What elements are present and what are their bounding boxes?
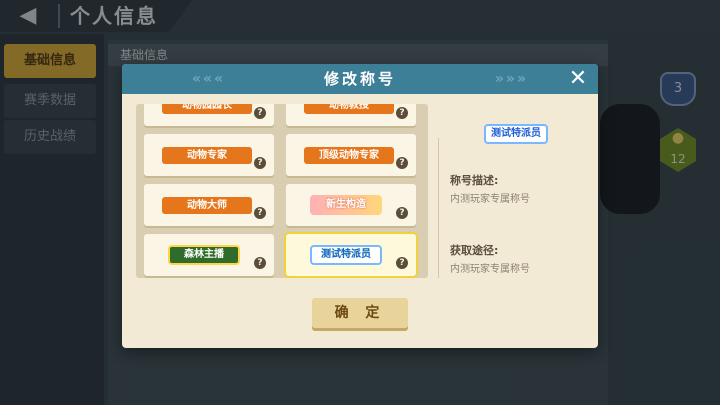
title-grid: 动物园园长 ? 动物教授 ? 动物专家 ? 顶级动物专家 ? 动物大师 ? 新生… xyxy=(136,104,428,278)
title-badge-forest: 森林主播 xyxy=(168,245,240,265)
lock-icon: ? xyxy=(396,257,408,269)
title-pill: 动物大师 xyxy=(162,197,252,214)
lock-icon: ? xyxy=(254,207,266,219)
title-card[interactable]: 顶级动物专家 ? xyxy=(286,134,416,176)
title-pill: 动物专家 xyxy=(162,147,252,164)
title-card[interactable]: 动物专家 ? xyxy=(144,134,274,176)
title-badge-newbie: 新生构造 xyxy=(310,195,382,215)
title-card[interactable]: 动物教授 ? xyxy=(286,104,416,126)
title-pill: 顶级动物专家 xyxy=(304,147,394,164)
lock-icon: ? xyxy=(396,207,408,219)
close-icon[interactable]: ✕ xyxy=(566,67,590,91)
lock-icon: ? xyxy=(254,157,266,169)
title-card[interactable]: 森林主播 ? xyxy=(144,234,274,276)
desc-value: 内测玩家专属称号 xyxy=(450,194,530,205)
lock-icon: ? xyxy=(396,157,408,169)
title-pill: 动物园园长 xyxy=(162,104,252,114)
desc-label: 称号描述: xyxy=(450,174,499,187)
title-card[interactable]: 动物园园长 ? xyxy=(144,104,274,126)
title-card[interactable]: 新生构造 ? xyxy=(286,184,416,226)
lock-icon: ? xyxy=(254,257,266,269)
title-card[interactable]: 动物大师 ? xyxy=(144,184,274,226)
title-badge-tester: 测试特派员 xyxy=(310,245,382,265)
title-card-selected[interactable]: 测试特派员 ? xyxy=(286,234,416,276)
source-value: 内测玩家专属称号 xyxy=(450,264,530,275)
info-divider xyxy=(438,138,439,278)
edit-title-modal: ««« »»» 修改称号 ✕ 动物园园长 ? 动物教授 ? 动物专家 ? 顶级动… xyxy=(122,64,598,348)
selected-title-preview: 测试特派员 xyxy=(484,124,548,144)
confirm-button[interactable]: 确 定 xyxy=(312,298,408,328)
lock-icon: ? xyxy=(396,107,408,119)
title-pill: 动物教授 xyxy=(304,104,394,114)
lock-icon: ? xyxy=(254,107,266,119)
source-label: 获取途径: xyxy=(450,244,499,257)
modal-title: 修改称号 xyxy=(323,70,396,88)
